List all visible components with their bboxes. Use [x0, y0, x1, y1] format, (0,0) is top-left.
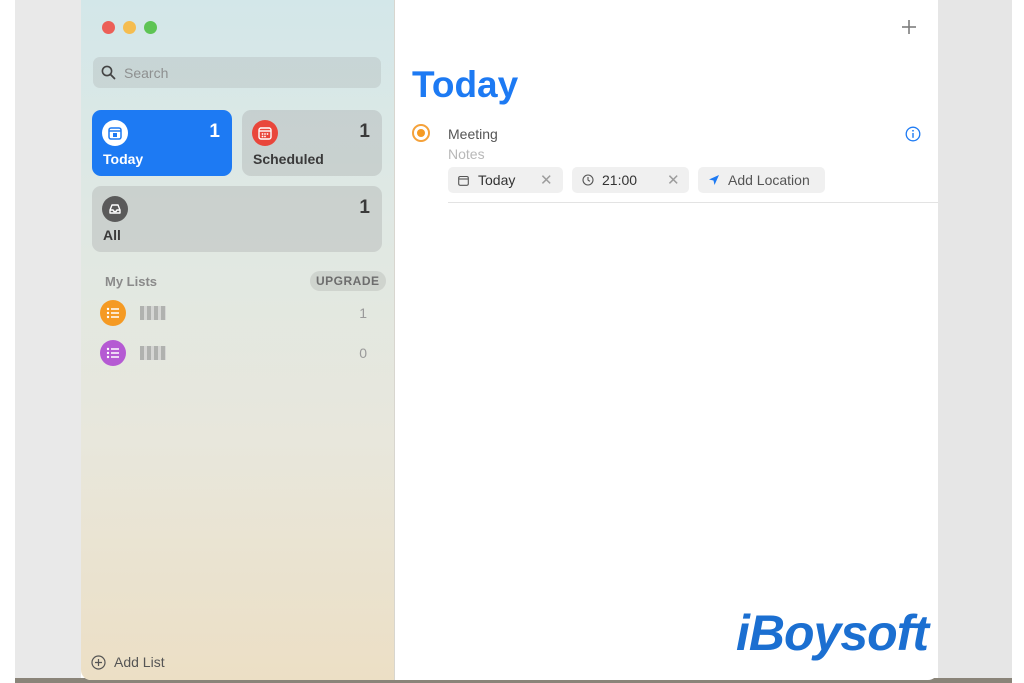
list-item[interactable]: 1 — [100, 300, 370, 330]
sidebar: 1 Today 1 Scheduled — [81, 0, 395, 680]
search-field[interactable] — [93, 57, 381, 88]
reminders-window: 1 Today 1 Scheduled — [81, 0, 938, 680]
add-list-button[interactable]: Add List — [91, 654, 165, 670]
today-count: 1 — [209, 121, 220, 142]
smart-list-scheduled[interactable]: 1 Scheduled — [242, 110, 382, 176]
time-chip-label: 21:00 — [602, 172, 638, 188]
add-location-label: Add Location — [728, 172, 810, 188]
task-notes-field[interactable]: Notes — [448, 146, 485, 162]
today-label: Today — [103, 151, 144, 167]
iboysoft-watermark-logo: iBoysoft — [736, 605, 929, 661]
search-icon — [101, 65, 116, 80]
smart-list-today[interactable]: 1 Today — [92, 110, 232, 176]
clock-icon — [582, 174, 594, 186]
search-input[interactable] — [122, 63, 366, 82]
task-complete-toggle[interactable] — [412, 124, 430, 142]
date-chip[interactable]: Today ✕ — [448, 167, 563, 193]
scheduled-label: Scheduled — [253, 151, 324, 167]
all-count: 1 — [359, 197, 370, 218]
date-chip-label: Today — [478, 172, 516, 188]
main-content: Today Meeting Notes Today ✕ 21:00 ✕ Add … — [395, 0, 938, 680]
location-arrow-icon — [709, 175, 719, 185]
task-title[interactable]: Meeting — [448, 126, 498, 142]
desktop-background-right — [938, 0, 1012, 683]
list-icon — [100, 340, 126, 366]
calendar-icon — [458, 175, 469, 186]
time-chip[interactable]: 21:00 ✕ — [572, 167, 689, 193]
list-item-count: 0 — [359, 345, 367, 361]
clear-date-icon[interactable]: ✕ — [540, 171, 553, 189]
my-lists-heading: My Lists — [105, 274, 158, 289]
tray-icon — [102, 196, 128, 222]
page-title: Today — [412, 64, 519, 105]
calendar-icon — [102, 120, 128, 146]
desktop-background-left — [15, 0, 81, 683]
list-icon — [100, 300, 126, 326]
all-label: All — [103, 227, 121, 243]
list-item[interactable]: 0 — [100, 340, 370, 370]
zoom-window-button[interactable] — [144, 21, 157, 34]
upgrade-button[interactable]: UPGRADE — [310, 271, 386, 291]
clear-time-icon[interactable]: ✕ — [667, 171, 680, 189]
add-circle-icon — [91, 654, 106, 670]
minimize-window-button[interactable] — [123, 21, 136, 34]
close-window-button[interactable] — [102, 21, 115, 34]
calendar-grid-icon — [252, 120, 278, 146]
list-item-count: 1 — [359, 305, 367, 321]
add-list-label: Add List — [114, 654, 165, 670]
page-background — [0, 0, 15, 683]
scheduled-count: 1 — [359, 121, 370, 142]
plus-icon[interactable] — [900, 14, 918, 40]
info-icon[interactable] — [905, 126, 921, 147]
list-name-blurred — [140, 306, 166, 320]
list-name-blurred — [140, 346, 166, 360]
add-location-chip[interactable]: Add Location — [698, 167, 825, 193]
task-divider — [448, 202, 938, 203]
smart-list-all[interactable]: 1 All — [92, 186, 382, 252]
